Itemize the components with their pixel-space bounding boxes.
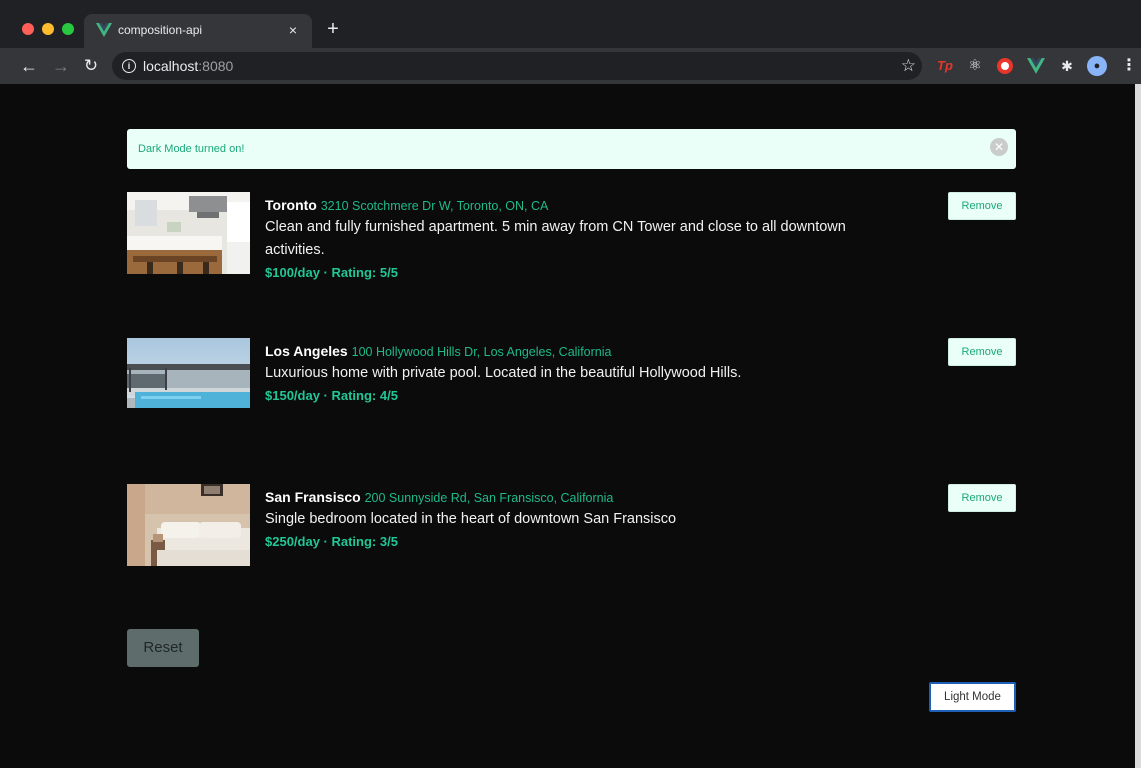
reset-button[interactable]: Reset <box>127 629 199 667</box>
listing-info: Toronto 3210 Scotchmere Dr W, Toronto, O… <box>265 196 905 280</box>
tab-composition-api[interactable]: composition-api × <box>84 14 312 48</box>
maximize-window-button[interactable] <box>62 23 74 35</box>
listing-description: Single bedroom located in the heart of d… <box>265 511 677 527</box>
reload-icon[interactable]: ↻ <box>80 55 102 77</box>
listing-price-rating: $100/day · Rating: 5/5 <box>265 265 398 280</box>
address-bar[interactable]: i localhost:8080 ☆ <box>112 52 922 80</box>
tab-title: composition-api <box>118 23 203 37</box>
close-window-button[interactable] <box>22 23 34 35</box>
react-devtools-icon[interactable]: ⚛ <box>966 57 984 75</box>
alert-close-icon[interactable]: ✕ <box>990 138 1008 156</box>
remove-button[interactable]: Remove <box>948 192 1016 220</box>
tab-close-icon[interactable]: × <box>284 21 302 39</box>
page-scrollbar[interactable] <box>1135 84 1141 768</box>
listing-title-line: Los Angeles 100 Hollywood Hills Dr, Los … <box>265 342 905 361</box>
extensions-puzzle-icon[interactable]: ✱ <box>1058 57 1076 75</box>
minimize-window-button[interactable] <box>42 23 54 35</box>
listing-info: Los Angeles 100 Hollywood Hills Dr, Los … <box>265 342 905 403</box>
bookmark-star-icon[interactable]: ☆ <box>901 55 916 77</box>
listing-address: 3210 Scotchmere Dr W, Toronto, ON, CA <box>320 199 549 213</box>
listing-title-line: Toronto 3210 Scotchmere Dr W, Toronto, O… <box>265 196 905 215</box>
url-text[interactable]: localhost:8080 <box>143 58 233 74</box>
listing-description: Luxurious home with private pool. Locate… <box>265 365 742 381</box>
browser-window: composition-api × + ← → ↻ i localhost:80… <box>0 0 1141 768</box>
browser-menu-icon[interactable]: ⋮ <box>1121 56 1137 76</box>
profile-avatar[interactable]: ● <box>1087 56 1107 76</box>
page-content: Dark Mode turned on! ✕ Toronto 3210 Scot… <box>0 84 1135 768</box>
listing-photo-pool <box>127 338 250 408</box>
listing-photo-bedroom <box>127 484 250 566</box>
listing-item: San Fransisco 200 Sunnyside Rd, San Fran… <box>127 484 1016 566</box>
tp-extension-icon[interactable]: Tp <box>936 57 954 75</box>
listing-city: Los Angeles <box>265 343 348 359</box>
remove-button[interactable]: Remove <box>948 484 1016 512</box>
listing-info: San Fransisco 200 Sunnyside Rd, San Fran… <box>265 488 905 549</box>
remove-button[interactable]: Remove <box>948 338 1016 366</box>
url-host: localhost <box>143 58 199 74</box>
listing-description: Clean and fully furnished apartment. 5 m… <box>265 219 846 258</box>
listing-photo-kitchen <box>127 192 250 274</box>
browser-toolbar: ← → ↻ i localhost:8080 ☆ Tp ⚛ ✱ ● ⋮ <box>0 48 1141 84</box>
listing-item: Toronto 3210 Scotchmere Dr W, Toronto, O… <box>127 192 1016 280</box>
vue-logo-icon <box>96 23 112 37</box>
listing-title-line: San Fransisco 200 Sunnyside Rd, San Fran… <box>265 488 905 507</box>
listing-address: 100 Hollywood Hills Dr, Los Angeles, Cal… <box>351 345 612 359</box>
listing-city: Toronto <box>265 197 317 213</box>
forward-arrow-icon[interactable]: → <box>50 55 72 77</box>
record-extension-icon[interactable] <box>996 57 1014 75</box>
alert-message: Dark Mode turned on! <box>138 143 245 155</box>
listing-price-rating: $150/day · Rating: 4/5 <box>265 388 398 403</box>
vue-devtools-icon[interactable] <box>1027 57 1045 75</box>
listing-item: Los Angeles 100 Hollywood Hills Dr, Los … <box>127 338 1016 420</box>
back-arrow-icon[interactable]: ← <box>18 55 40 77</box>
url-port: :8080 <box>198 58 234 74</box>
light-mode-button[interactable]: Light Mode <box>929 682 1016 712</box>
listing-price-rating: $250/day · Rating: 3/5 <box>265 534 398 549</box>
dark-mode-alert: Dark Mode turned on! ✕ <box>127 129 1016 169</box>
info-icon[interactable]: i <box>122 59 136 73</box>
tab-strip: composition-api × + <box>0 0 1141 48</box>
new-tab-button[interactable]: + <box>322 19 344 41</box>
listing-address: 200 Sunnyside Rd, San Fransisco, Califor… <box>364 491 614 505</box>
listing-city: San Fransisco <box>265 489 361 505</box>
